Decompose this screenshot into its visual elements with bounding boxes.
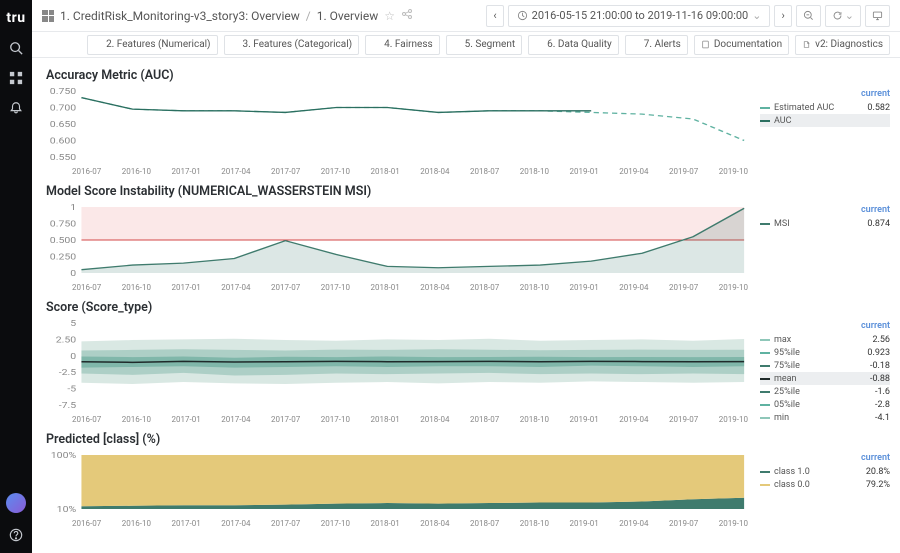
- tab-data-quality[interactable]: 6. Data Quality: [528, 35, 619, 55]
- tab-fairness[interactable]: 4. Fairness: [365, 35, 440, 55]
- svg-text:0.500: 0.500: [50, 236, 76, 245]
- legend-row[interactable]: 75%ile-0.18: [760, 359, 890, 372]
- legend-row[interactable]: 25%ile-1.6: [760, 385, 890, 398]
- chart-panel: Score (Score_type) 5 2.50 0 -2.5 -5 -7.5 2016…: [42, 300, 890, 424]
- refresh-button[interactable]: ⌄: [825, 5, 861, 27]
- x-axis-labels: 2016-072016-102017-012017-042017-072017-…: [42, 517, 752, 528]
- svg-text:1: 1: [70, 203, 76, 212]
- time-prev-button[interactable]: ‹: [486, 5, 503, 27]
- legend: current MSI0.874: [760, 203, 890, 292]
- legend-row[interactable]: MSI0.874: [760, 217, 890, 230]
- svg-text:0.250: 0.250: [50, 253, 76, 262]
- zoom-out-button[interactable]: [796, 5, 821, 27]
- legend-row[interactable]: AUC: [760, 114, 890, 127]
- panel-title: Model Score Instability (NUMERICAL_WASSE…: [46, 184, 890, 199]
- svg-text:-7.5: -7.5: [59, 401, 76, 410]
- chart[interactable]: 100% 10%: [42, 451, 752, 517]
- breadcrumb-item[interactable]: 1. Overview: [317, 9, 379, 23]
- legend-row[interactable]: mean-0.88: [760, 372, 890, 385]
- svg-text:0.750: 0.750: [50, 220, 76, 229]
- chart[interactable]: 1 0.750 0.500 0.250 0: [42, 203, 752, 281]
- tab-diagnostics[interactable]: v2: Diagnostics: [795, 35, 890, 55]
- tab-features-num[interactable]: 2. Features (Numerical): [87, 35, 217, 55]
- dashboard-icon: [42, 10, 54, 22]
- svg-text:5: 5: [70, 319, 76, 328]
- legend-row[interactable]: Estimated AUC0.582: [760, 101, 890, 114]
- tab-features-cat[interactable]: 3. Features (Categorical): [224, 35, 360, 55]
- search-icon[interactable]: [8, 40, 24, 56]
- legend-row[interactable]: class 0.079.2%: [760, 478, 890, 491]
- legend-row[interactable]: 95%ile0.923: [760, 346, 890, 359]
- legend: current max2.5695%ile0.92375%ile-0.18mean…: [760, 319, 890, 424]
- tabs: 2. Features (Numerical) 3. Features (Cat…: [32, 32, 900, 58]
- brand-logo: tru: [6, 10, 25, 26]
- svg-text:0.600: 0.600: [50, 137, 76, 146]
- x-axis-labels: 2016-072016-102017-012017-042017-072017-…: [42, 413, 752, 424]
- svg-text:-2.5: -2.5: [59, 368, 76, 377]
- topbar: 1. CreditRisk_Monitoring-v3_story3: Over…: [32, 0, 900, 32]
- legend-row[interactable]: max2.56: [760, 333, 890, 346]
- svg-text:0.750: 0.750: [50, 87, 76, 96]
- share-icon[interactable]: [401, 8, 413, 23]
- svg-text:0: 0: [70, 269, 76, 278]
- x-axis-labels: 2016-072016-102017-012017-042017-072017-…: [42, 281, 752, 292]
- panel-title: Score (Score_type): [46, 300, 890, 315]
- tab-segment[interactable]: 5. Segment: [446, 35, 522, 55]
- chart-panel: Model Score Instability (NUMERICAL_WASSE…: [42, 184, 890, 292]
- star-icon[interactable]: ☆: [384, 9, 395, 23]
- chart[interactable]: 5 2.50 0 -2.5 -5 -7.5: [42, 319, 752, 413]
- svg-text:100%: 100%: [51, 451, 77, 460]
- panel-title: Predicted [class] (%): [46, 432, 890, 447]
- tab-documentation[interactable]: Documentation: [694, 35, 789, 55]
- svg-text:0: 0: [70, 352, 76, 361]
- legend-current: current: [760, 321, 890, 331]
- breadcrumb-item[interactable]: 1. CreditRisk_Monitoring-v3_story3: Over…: [60, 9, 300, 23]
- legend-row[interactable]: min-4.1: [760, 411, 890, 424]
- content: Accuracy Metric (AUC) 0.750 0.700 0.650 0.6…: [32, 58, 900, 553]
- svg-text:10%: 10%: [57, 505, 77, 514]
- time-next-button[interactable]: ›: [774, 5, 791, 27]
- svg-text:0.550: 0.550: [50, 153, 76, 162]
- bell-icon[interactable]: [8, 100, 24, 116]
- avatar[interactable]: [6, 493, 26, 513]
- chart-panel: Accuracy Metric (AUC) 0.750 0.700 0.650 0.6…: [42, 68, 890, 176]
- monitor-button[interactable]: [865, 5, 890, 27]
- tab-alerts[interactable]: 7. Alerts: [625, 35, 688, 55]
- x-axis-labels: 2016-072016-102017-012017-042017-072017-…: [42, 165, 752, 176]
- svg-text:2.50: 2.50: [56, 336, 76, 345]
- grid-icon[interactable]: [8, 70, 24, 86]
- chart-panel: Predicted [class] (%) 100% 10% 2016-07201…: [42, 432, 890, 528]
- sidebar: tru: [0, 0, 32, 553]
- legend-current: current: [760, 89, 890, 99]
- legend: current Estimated AUC0.582AUC: [760, 87, 890, 176]
- panel-title: Accuracy Metric (AUC): [46, 68, 890, 83]
- time-range-picker[interactable]: 2016-05-15 21:00:00 to 2019-11-16 09:00:…: [508, 5, 771, 27]
- legend-current: current: [760, 205, 890, 215]
- legend-row[interactable]: class 1.020.8%: [760, 465, 890, 478]
- svg-text:0.700: 0.700: [50, 104, 76, 113]
- help-icon[interactable]: [8, 527, 24, 543]
- legend: current class 1.020.8%class 0.079.2%: [760, 451, 890, 528]
- legend-row[interactable]: 05%ile-2.8: [760, 398, 890, 411]
- svg-text:0.650: 0.650: [50, 120, 76, 129]
- breadcrumb: 1. CreditRisk_Monitoring-v3_story3: Over…: [42, 8, 413, 23]
- legend-current: current: [760, 453, 890, 463]
- time-controls: ‹ 2016-05-15 21:00:00 to 2019-11-16 09:0…: [486, 5, 890, 27]
- svg-text:-5: -5: [67, 385, 76, 394]
- chart[interactable]: 0.750 0.700 0.650 0.600 0.550: [42, 87, 752, 165]
